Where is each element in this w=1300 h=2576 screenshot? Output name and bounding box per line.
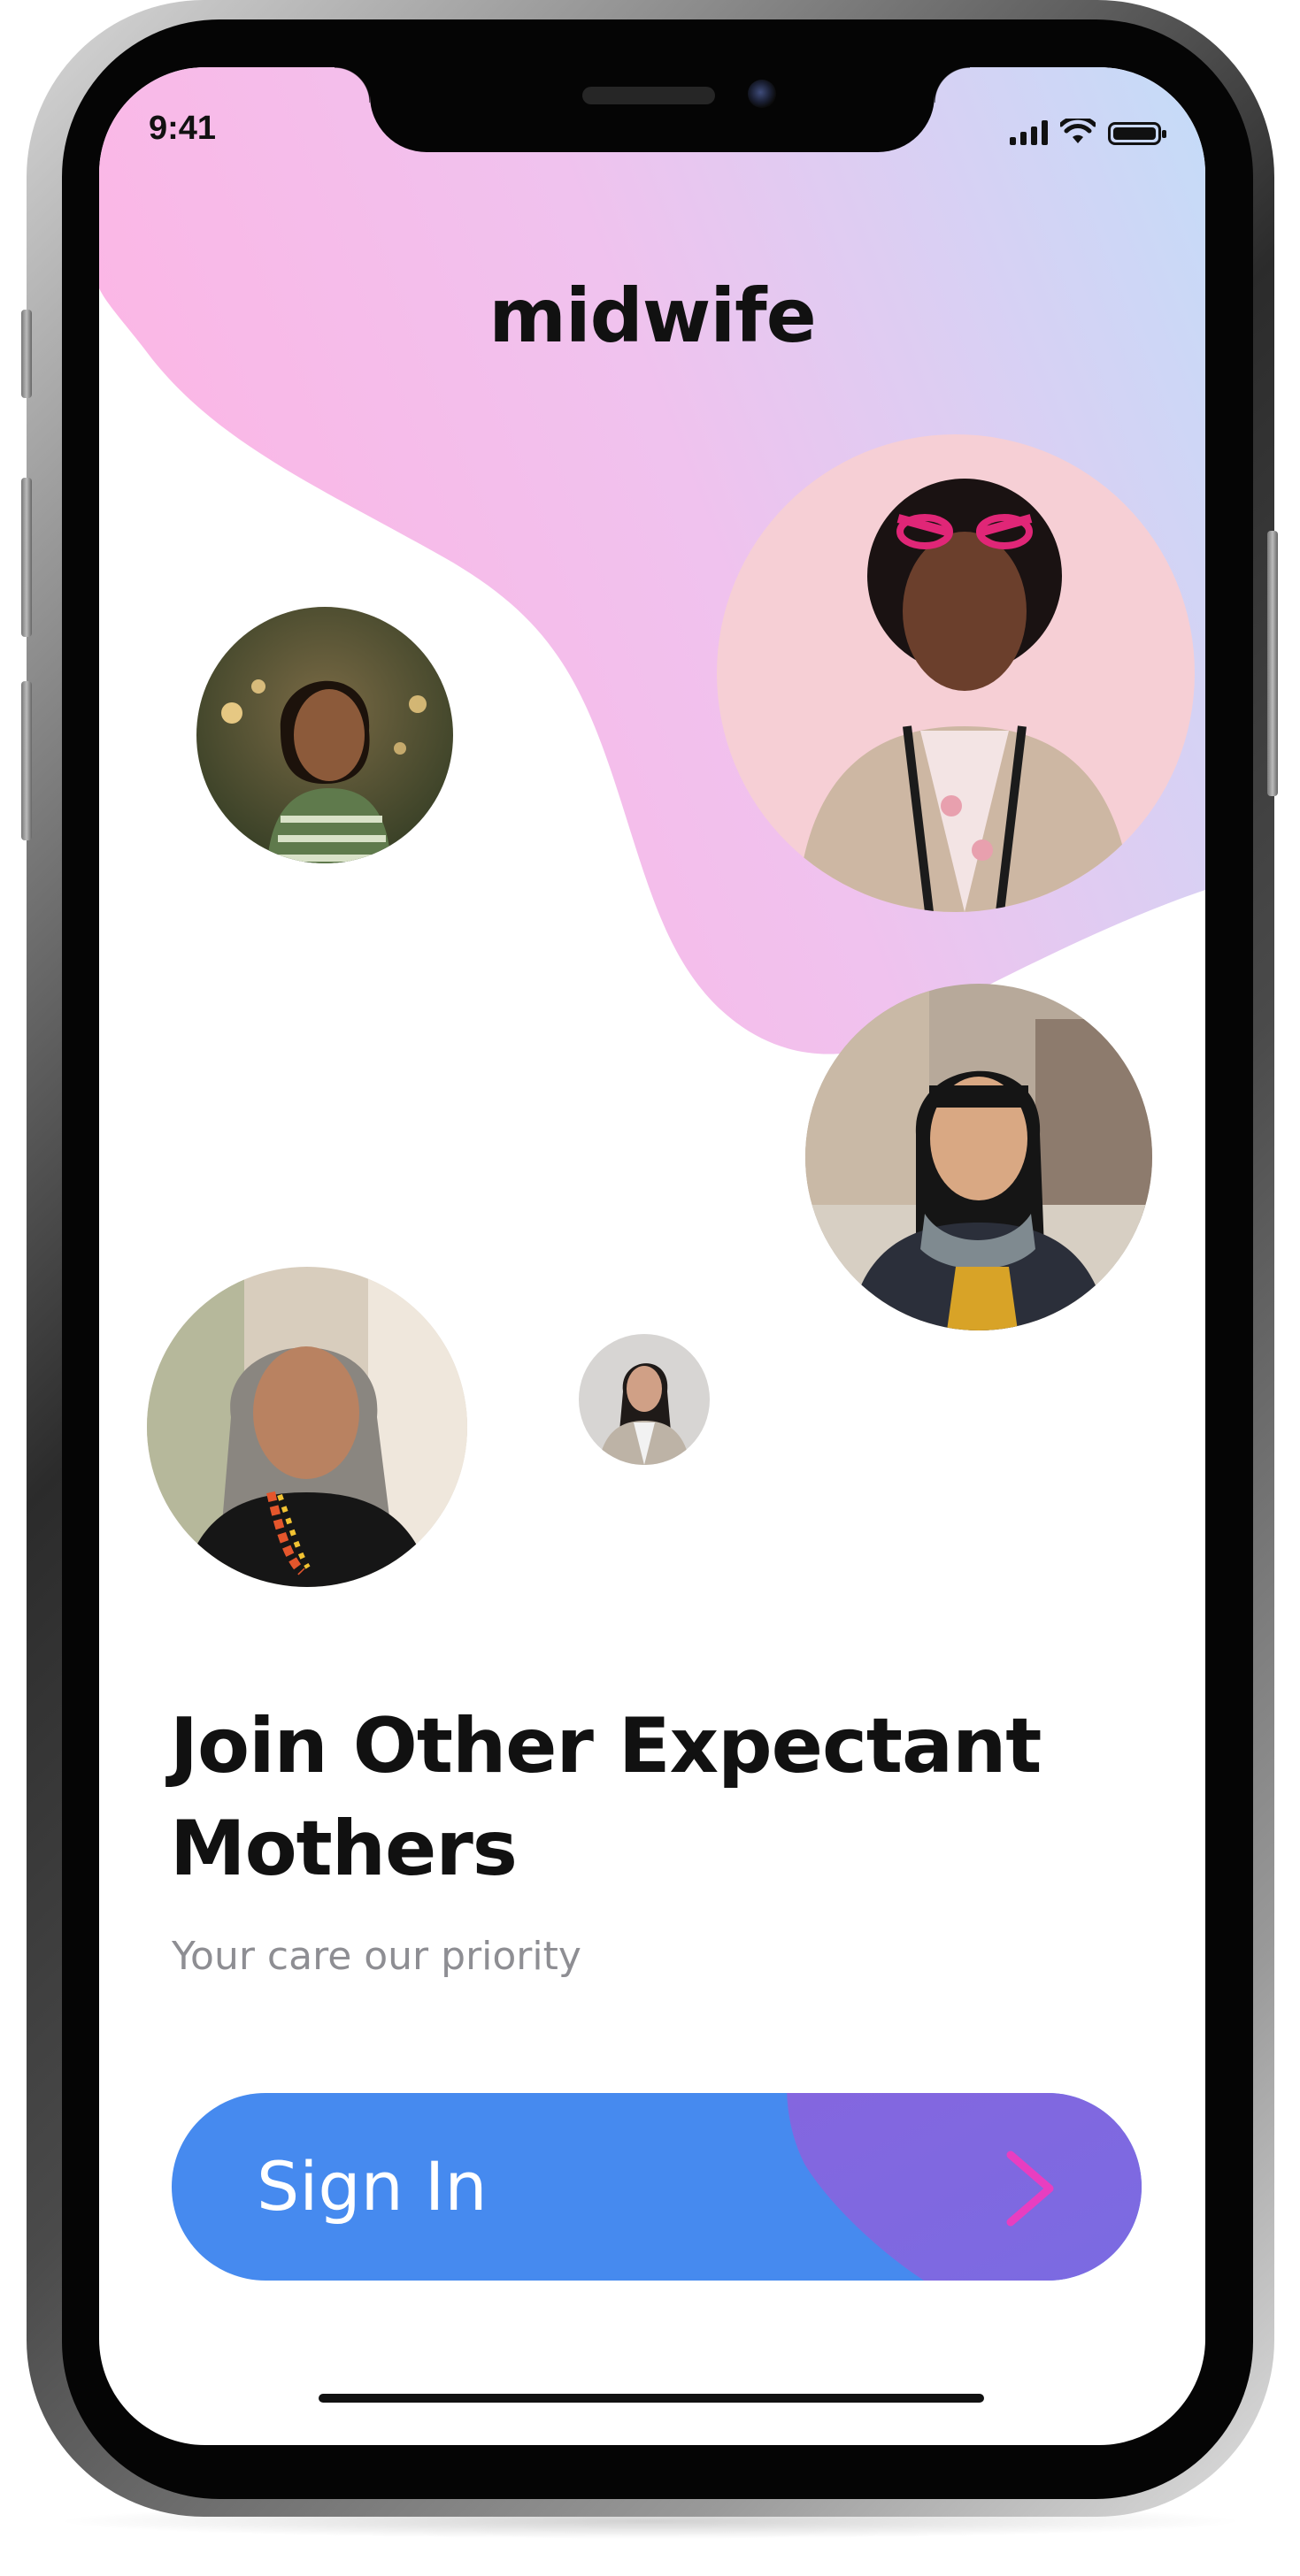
- onboarding-headline: Join Other Expectant Mothers: [170, 1695, 1161, 1900]
- app-logo: midwife: [488, 272, 816, 359]
- signal-icon: [1010, 120, 1048, 145]
- status-icons: [1010, 115, 1166, 145]
- power-button: [1267, 531, 1278, 796]
- headline-line-1: Join Other Expectant: [170, 1702, 1042, 1790]
- home-indicator[interactable]: [319, 2394, 984, 2403]
- avatar-woman-bokeh: [196, 607, 453, 863]
- person-avatar-icon: [579, 1334, 710, 1465]
- person-avatar-icon: [805, 984, 1152, 1330]
- arrow-right-icon: [919, 2150, 1054, 2227]
- speaker-grille: [582, 87, 715, 104]
- person-avatar-icon: [717, 434, 1195, 912]
- volume-down-button: [21, 681, 32, 840]
- silent-switch: [21, 310, 32, 398]
- wifi-icon: [1060, 119, 1096, 143]
- device-notch: [335, 67, 970, 152]
- volume-up-button: [21, 478, 32, 637]
- person-avatar-icon: [147, 1267, 467, 1587]
- person-avatar-icon: [196, 607, 453, 863]
- signin-label: Sign In: [257, 2147, 488, 2226]
- front-camera: [748, 80, 776, 108]
- signin-button[interactable]: Sign In: [172, 2093, 1142, 2281]
- onboarding-subtitle: Your care our priority: [172, 1934, 581, 1979]
- avatar-woman-small: [579, 1334, 710, 1465]
- status-time: 9:41: [149, 110, 217, 147]
- app-screen: 9:41 midwife Join Other Expectant Mother…: [99, 67, 1205, 2445]
- avatar-woman-scarf: [805, 984, 1152, 1330]
- avatar-older-woman: [147, 1267, 467, 1587]
- battery-icon: [1108, 122, 1166, 145]
- headline-line-2: Mothers: [170, 1805, 518, 1893]
- avatar-woman-pink-glasses: [717, 434, 1195, 912]
